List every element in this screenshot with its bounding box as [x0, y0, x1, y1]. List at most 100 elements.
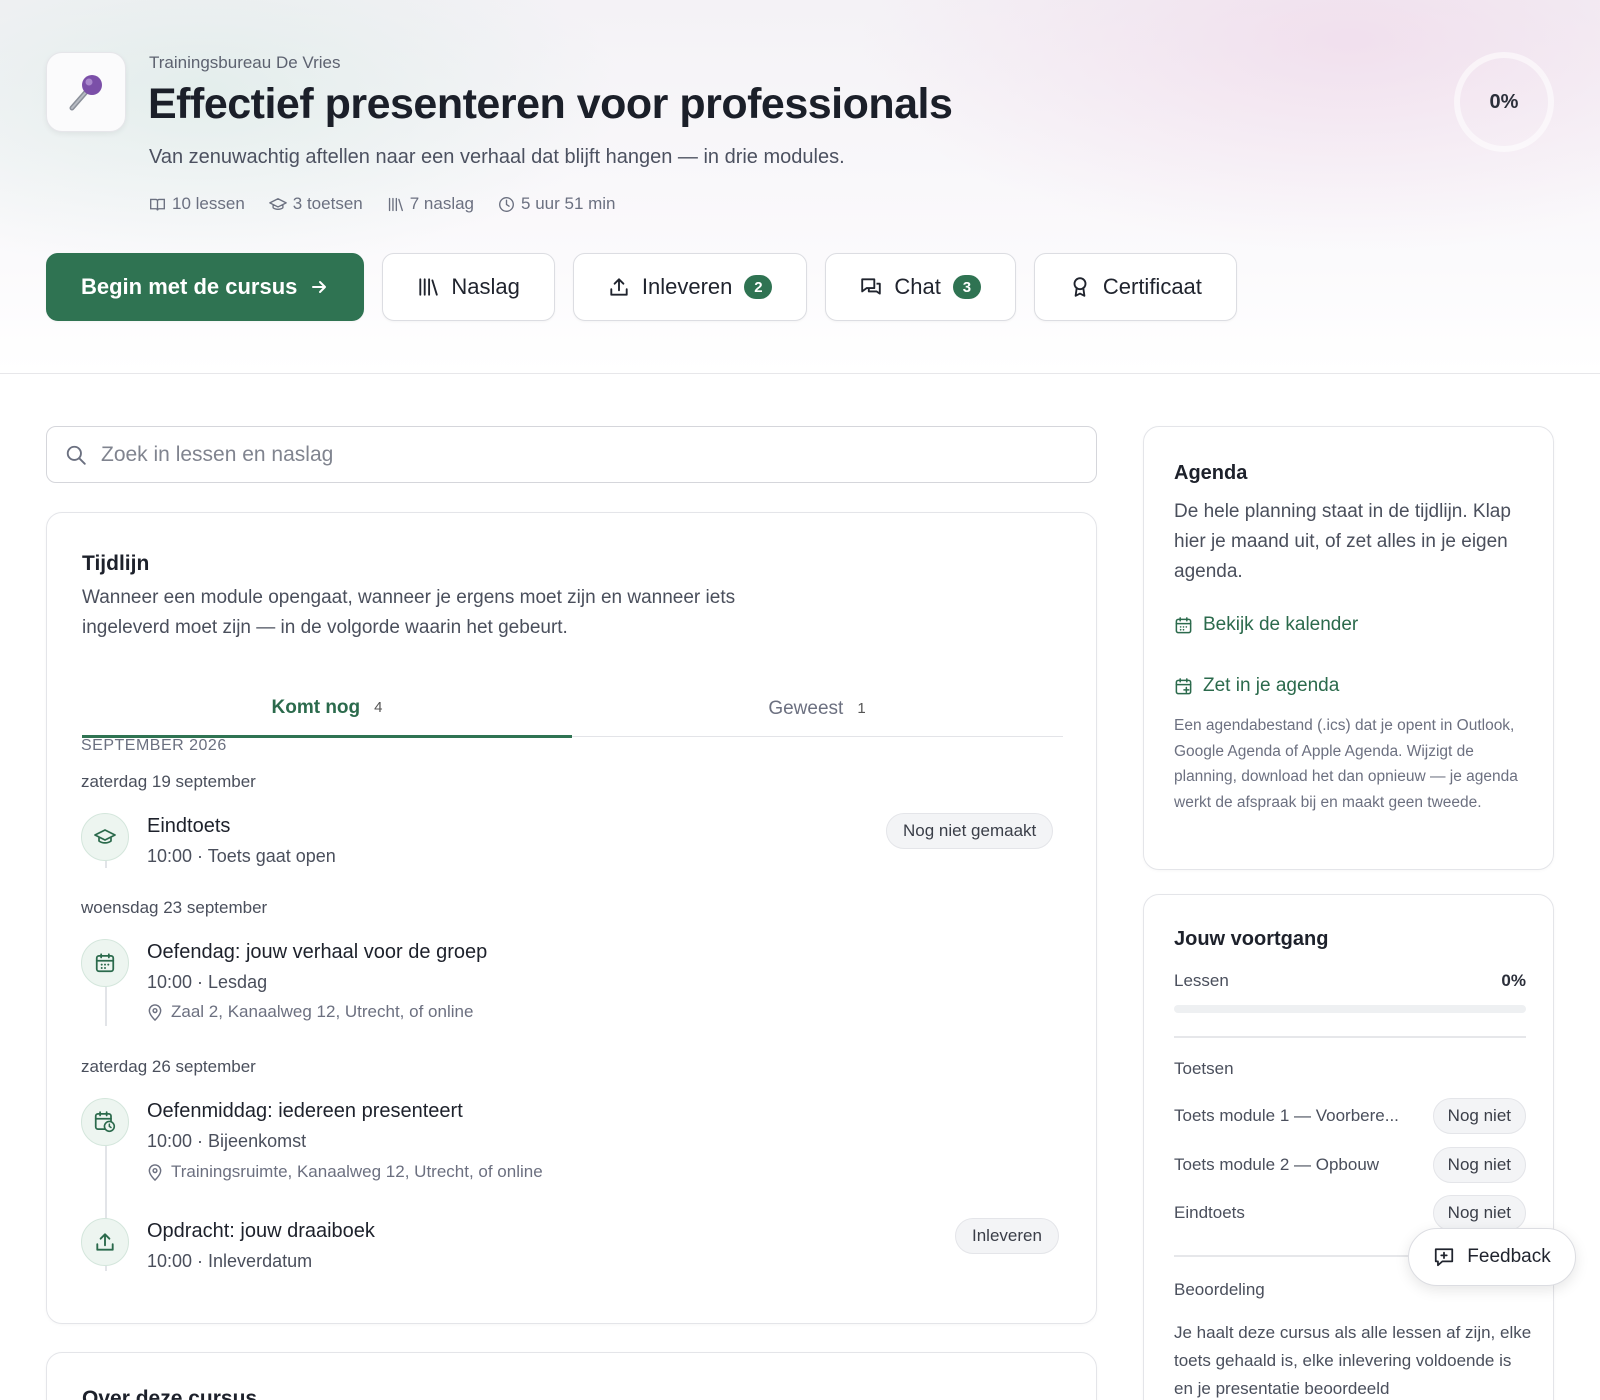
chat-icon [861, 278, 882, 295]
submit-label: Inleveren [641, 274, 733, 299]
test-name: Toets module 1 — Voorbere... [1174, 1106, 1399, 1125]
meta-tests: 3 toetsen [268, 194, 363, 214]
course-logo [46, 52, 126, 132]
submit-count-badge: 2 [744, 275, 773, 299]
feedback-label: Feedback [1467, 1246, 1551, 1267]
tab-past-count: 1 [857, 700, 866, 717]
search-input[interactable] [101, 442, 1001, 467]
reference-label: Naslag [451, 274, 520, 299]
map-pin-icon [148, 1163, 162, 1181]
day-label: zaterdag 26 september [81, 1057, 256, 1076]
course-progress-value: 0% [1489, 90, 1519, 113]
test-name: Toets module 2 — Opbouw [1174, 1155, 1380, 1174]
course-actions: Begin met de cursus Naslag Inleveren 2 C… [46, 253, 1237, 321]
test-row[interactable]: Toets module 2 — Opbouw Nog niet [1174, 1147, 1526, 1183]
timeline-card: Tijdlijn Wanneer een module opengaat, wa… [46, 512, 1097, 1324]
test-name: Eindtoets [1174, 1203, 1245, 1222]
course-meta: 10 lessen 3 toetsen 7 naslag 5 uur 51 mi… [149, 194, 616, 214]
page-title: Effectief presenteren voor professionals [148, 80, 953, 128]
event-location: Zaal 2, Kanaalweg 12, Utrecht, of online [147, 1002, 473, 1022]
agenda-card: Agenda De hele planning staat in de tijd… [1143, 426, 1554, 870]
event-title[interactable]: Eindtoets [147, 815, 230, 838]
day-label: woensdag 23 september [81, 898, 268, 917]
event-icon [81, 1098, 129, 1146]
submit-button[interactable]: Inleveren 2 [572, 253, 808, 321]
add-to-calendar-label: Zet in je agenda [1203, 675, 1340, 696]
meta-reference-label: 7 naslag [409, 194, 475, 213]
feedback-button[interactable]: Feedback [1408, 1228, 1576, 1286]
view-calendar-link[interactable]: Bekijk de kalender [1174, 614, 1358, 636]
agenda-title: Agenda [1174, 462, 1248, 484]
add-to-calendar-link[interactable]: Zet in je agenda [1174, 675, 1339, 697]
meta-duration-label: 5 uur 51 min [521, 194, 616, 213]
calendar-icon [95, 953, 115, 973]
progress-card: Jouw voortgang Lessen 0% Toetsen Toets m… [1143, 894, 1554, 1400]
upload-icon [96, 1233, 114, 1251]
test-row[interactable]: Toets module 1 — Voorbere... Nog niet [1174, 1098, 1526, 1134]
upload-icon [610, 278, 628, 296]
event-location: Trainingsruimte, Kanaalweg 12, Utrecht, … [147, 1162, 543, 1182]
meta-tests-label: 3 toetsen [292, 194, 363, 213]
tab-upcoming[interactable]: Komt nog 4 [82, 681, 572, 738]
event-title[interactable]: Oefendag: jouw verhaal voor de groep [147, 941, 487, 964]
about-card: Over deze cursus [46, 1352, 1097, 1400]
meta-lessons-label: 10 lessen [172, 194, 245, 213]
divider [1174, 1036, 1526, 1038]
progress-title: Jouw voortgang [1174, 928, 1329, 950]
tab-past-label: Geweest [768, 697, 844, 719]
meta-lessons: 10 lessen [149, 194, 245, 214]
chat-count-badge: 3 [952, 275, 981, 299]
course-subtitle: Van zenuwachtig aftellen naar een verhaa… [149, 146, 845, 168]
lessons-progress-label: Lessen [1174, 971, 1229, 990]
status-badge: Nog niet gemaakt [886, 813, 1054, 849]
search-icon [66, 445, 86, 465]
book-icon [150, 198, 165, 211]
event-title[interactable]: Opdracht: jouw draaiboek [147, 1220, 375, 1243]
meta-duration: 5 uur 51 min [498, 194, 616, 214]
event-meta: 10:00 · Lesdag [147, 972, 268, 992]
arrow-right-icon [312, 281, 327, 293]
timeline-title: Tijdlijn [82, 552, 150, 575]
submit-event-button[interactable]: Inleveren [955, 1218, 1059, 1254]
event-location-label: Zaal 2, Kanaalweg 12, Utrecht, of online [171, 1002, 474, 1021]
test-status-badge: Nog niet [1432, 1147, 1526, 1183]
tab-upcoming-label: Komt nog [271, 696, 361, 718]
event-meta: 10:00 · Toets gaat open [147, 846, 336, 866]
lessons-progress-value: 0% [1501, 971, 1526, 990]
reference-button[interactable]: Naslag [382, 253, 555, 321]
certificate-button[interactable]: Certificaat [1033, 253, 1237, 321]
event-location-label: Trainingsruimte, Kanaalweg 12, Utrecht, … [171, 1162, 543, 1181]
timeline-month: SEPTEMBER 2026 [81, 737, 227, 754]
search-bar[interactable] [46, 426, 1097, 483]
timeline-connector [105, 986, 107, 1026]
view-calendar-label: Bekijk de kalender [1203, 614, 1359, 635]
graduation-cap-icon [94, 829, 116, 844]
course-progress-ring: 0% [1454, 52, 1554, 152]
event-icon [81, 813, 129, 861]
organization-name: Trainingsbureau De Vries [149, 53, 341, 72]
tests-title: Toetsen [1174, 1059, 1234, 1078]
calendar-clock-icon [94, 1111, 116, 1133]
tab-upcoming-count: 4 [374, 699, 383, 717]
day-label: zaterdag 19 september [81, 772, 256, 791]
lessons-progress-bar [1174, 1005, 1526, 1013]
timeline-connector [105, 1145, 107, 1219]
test-row[interactable]: Eindtoets Nog niet [1174, 1195, 1526, 1231]
certificate-label: Certificaat [1102, 274, 1202, 299]
start-course-button[interactable]: Begin met de cursus [46, 253, 365, 321]
timeline-tabs: Komt nog 4 Geweest 1 [82, 681, 1063, 738]
agenda-description: De hele planning staat in de tijdlijn. K… [1174, 501, 1511, 582]
lessons-progress-row: Lessen 0% [1174, 971, 1526, 991]
event-title[interactable]: Oefenmiddag: iedereen presenteert [147, 1100, 463, 1123]
microphone-icon [69, 75, 102, 111]
event-meta: 10:00 · Inleverdatum [147, 1251, 313, 1271]
chat-button[interactable]: Chat 3 [825, 253, 1016, 321]
test-status-badge: Nog niet [1432, 1098, 1526, 1134]
test-status-badge: Nog niet [1432, 1195, 1526, 1231]
agenda-note: Een agendabestand (.ics) dat je opent in… [1174, 717, 1518, 811]
tab-past[interactable]: Geweest 1 [572, 681, 1062, 736]
calendar-icon [1175, 616, 1192, 633]
meta-reference: 7 naslag [387, 194, 474, 214]
award-icon [1073, 277, 1087, 297]
graduation-cap-icon [268, 197, 287, 210]
